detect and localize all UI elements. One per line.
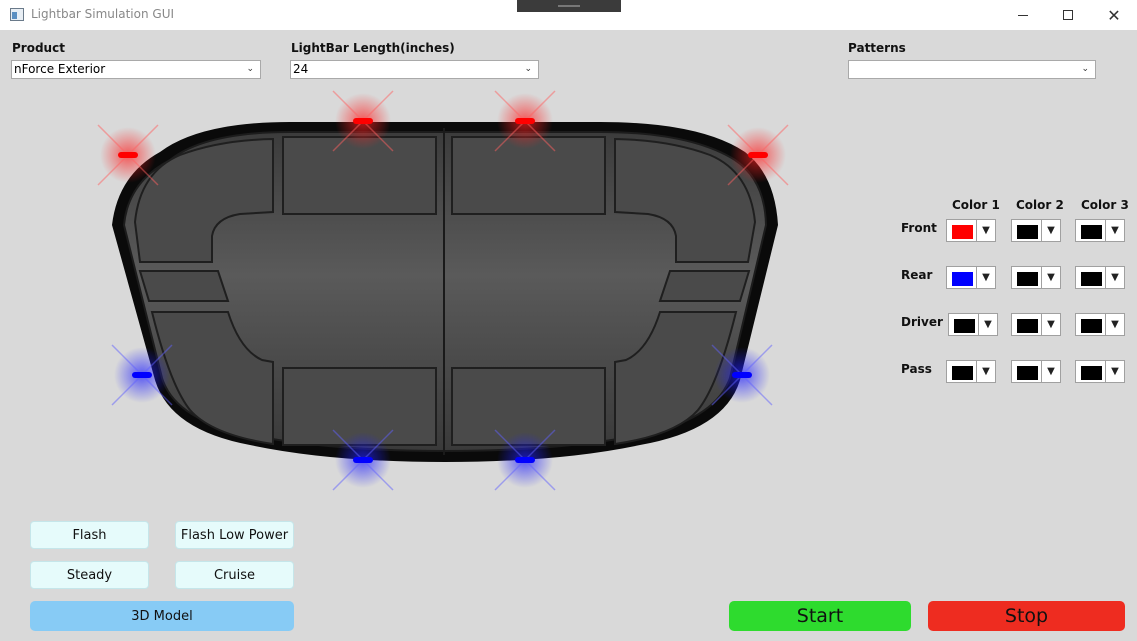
maximize-button[interactable] <box>1045 0 1091 30</box>
color-swatch <box>1081 225 1102 239</box>
rear-color3-picker[interactable]: ▼ <box>1075 266 1125 289</box>
chevron-down-icon: ▼ <box>1041 361 1060 382</box>
color3-header: Color 3 <box>1081 198 1129 212</box>
color1-header: Color 1 <box>952 198 1000 212</box>
pass-color2-picker[interactable]: ▼ <box>1011 360 1061 383</box>
color-swatch <box>1017 272 1038 286</box>
app-icon <box>10 8 24 21</box>
rear-light <box>332 429 394 491</box>
close-icon: ✕ <box>1107 5 1121 25</box>
rear-light <box>711 344 773 406</box>
panel <box>658 270 751 302</box>
stop-button[interactable]: Stop <box>928 601 1125 631</box>
chevron-down-icon: ▼ <box>976 267 995 288</box>
color-swatch <box>1017 319 1038 333</box>
panel <box>138 270 230 302</box>
length-value: 24 <box>293 62 309 76</box>
color-swatch <box>1017 366 1038 380</box>
driver-color1-picker[interactable]: ▼ <box>948 313 998 336</box>
pass-color1-picker[interactable]: ▼ <box>946 360 996 383</box>
steady-button[interactable]: Steady <box>30 561 149 589</box>
color-swatch <box>1017 225 1038 239</box>
front-light <box>494 90 556 152</box>
chevron-down-icon: ▼ <box>1105 220 1124 241</box>
3d-model-button[interactable]: 3D Model <box>30 601 294 631</box>
driver-color3-picker[interactable]: ▼ <box>1075 313 1125 336</box>
chevron-down-icon: ▼ <box>1041 267 1060 288</box>
front-row-label: Front <box>901 221 937 235</box>
maximize-icon <box>1063 10 1073 20</box>
pass-row-label: Pass <box>901 362 932 376</box>
front-color2-picker[interactable]: ▼ <box>1011 219 1061 242</box>
front-light <box>332 90 394 152</box>
front-light <box>97 124 159 186</box>
color2-header: Color 2 <box>1016 198 1064 212</box>
chevron-down-icon: ▼ <box>1105 314 1124 335</box>
front-light <box>727 124 789 186</box>
chevron-down-icon: ⌄ <box>246 64 254 74</box>
rear-row-label: Rear <box>901 268 933 282</box>
title-bar: Lightbar Simulation GUI ✕ <box>0 0 1137 30</box>
cruise-button[interactable]: Cruise <box>175 561 294 589</box>
chevron-down-icon: ▼ <box>1041 220 1060 241</box>
chevron-down-icon: ▼ <box>976 361 995 382</box>
rear-light <box>111 344 173 406</box>
chevron-down-icon: ▼ <box>1105 361 1124 382</box>
lightbar-diagram <box>97 90 789 491</box>
front-color1-picker[interactable]: ▼ <box>946 219 996 242</box>
color-swatch <box>1081 272 1102 286</box>
chevron-down-icon: ▼ <box>1041 314 1060 335</box>
pass-color3-picker[interactable]: ▼ <box>1075 360 1125 383</box>
color-swatch <box>954 319 975 333</box>
driver-row-label: Driver <box>901 315 943 329</box>
drag-handle[interactable] <box>517 0 621 12</box>
patterns-label: Patterns <box>848 41 906 55</box>
color-swatch <box>952 366 973 380</box>
chevron-down-icon: ▼ <box>978 314 997 335</box>
product-select[interactable]: nForce Exterior ⌄ <box>11 60 261 79</box>
product-value: nForce Exterior <box>14 62 106 76</box>
chevron-down-icon: ▼ <box>976 220 995 241</box>
start-button[interactable]: Start <box>729 601 911 631</box>
chevron-down-icon: ⌄ <box>1081 64 1089 74</box>
patterns-select[interactable]: ⌄ <box>848 60 1096 79</box>
flash-button[interactable]: Flash <box>30 521 149 549</box>
color-swatch <box>952 225 973 239</box>
product-label: Product <box>12 41 65 55</box>
chevron-down-icon: ⌄ <box>524 64 532 74</box>
rear-color2-picker[interactable]: ▼ <box>1011 266 1061 289</box>
front-color3-picker[interactable]: ▼ <box>1075 219 1125 242</box>
color-swatch <box>952 272 973 286</box>
color-swatch <box>1081 319 1102 333</box>
length-select[interactable]: 24 ⌄ <box>290 60 539 79</box>
rear-color1-picker[interactable]: ▼ <box>946 266 996 289</box>
driver-color2-picker[interactable]: ▼ <box>1011 313 1061 336</box>
length-label: LightBar Length(inches) <box>291 41 455 55</box>
rear-light <box>494 429 556 491</box>
minimize-icon <box>1018 14 1028 16</box>
chevron-down-icon: ▼ <box>1105 267 1124 288</box>
minimize-button[interactable] <box>1000 0 1046 30</box>
color-swatch <box>1081 366 1102 380</box>
flash-low-power-button[interactable]: Flash Low Power <box>175 521 294 549</box>
window-title: Lightbar Simulation GUI <box>31 7 175 21</box>
close-button[interactable]: ✕ <box>1091 0 1137 30</box>
